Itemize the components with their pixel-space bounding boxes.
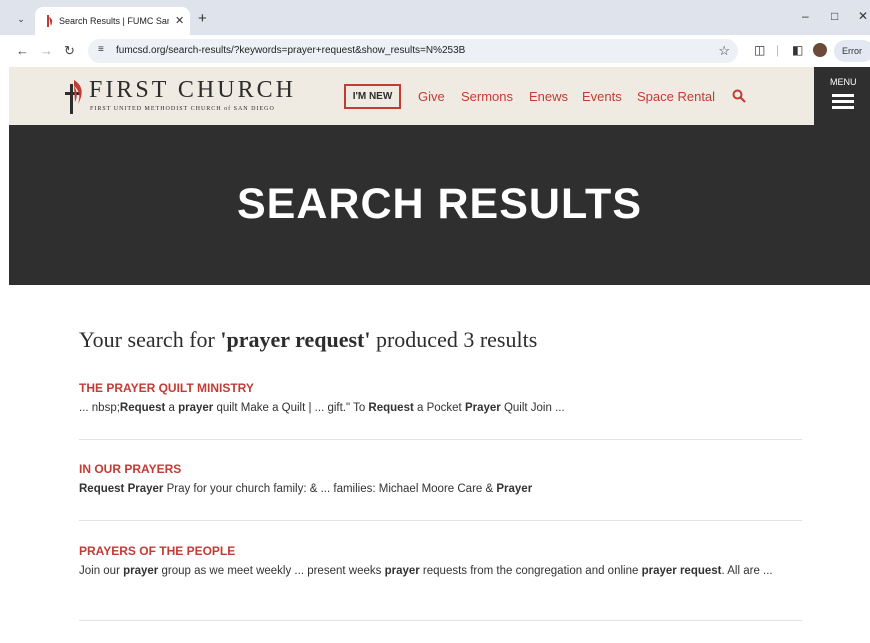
result-snippet: ... nbsp;Request a prayer quilt Make a Q…: [79, 399, 802, 418]
methodist-cross-flame-icon[interactable]: [65, 78, 85, 116]
snippet-text: Join our: [79, 565, 124, 577]
snippet-keyword: request: [679, 565, 722, 577]
snippet-keyword: Request: [119, 402, 166, 414]
result-title-link[interactable]: PRAYERS OF THE PEOPLE: [79, 544, 802, 558]
profile-error-button[interactable]: Error: [834, 40, 870, 62]
nav-give[interactable]: Give: [418, 89, 445, 104]
maximize-icon[interactable]: □: [831, 9, 838, 23]
snippet-text: Pray for your church family: & ... famil…: [163, 483, 497, 495]
result-title-link[interactable]: IN OUR PRAYERS: [79, 462, 802, 476]
search-summary: Your search for 'prayer request' produce…: [79, 327, 537, 353]
church-favicon-icon: [47, 15, 53, 27]
page-title: SEARCH RESULTS: [236, 180, 642, 228]
snippet-text: requests from the congregation and onlin…: [419, 565, 642, 577]
result-title-link[interactable]: THE PRAYER QUILT MINISTRY: [79, 381, 802, 395]
url-text[interactable]: fumcsd.org/search-results/?keywords=pray…: [116, 45, 465, 56]
close-tab-icon[interactable]: ✕: [175, 14, 184, 27]
menu-label: MENU: [830, 77, 857, 87]
menu-button[interactable]: MENU: [814, 67, 870, 125]
snippet-text: group as we meet weekly ... present week…: [158, 565, 385, 577]
snippet-text: ... nbsp;: [79, 402, 120, 414]
toolbar-divider: |: [776, 43, 780, 57]
snippet-keyword: prayer: [123, 565, 159, 577]
browser-toolbar: ← → ↻ ≡ fumcsd.org/search-results/?keywo…: [0, 35, 870, 67]
address-bar[interactable]: ≡ fumcsd.org/search-results/?keywords=pr…: [88, 39, 738, 63]
summary-prefix: Your search for: [79, 327, 215, 352]
snippet-keyword: prayer: [384, 565, 420, 577]
result-snippet: Join our prayer group as we meet weekly …: [79, 562, 802, 581]
tab-search-menu-icon[interactable]: ⌄: [13, 11, 29, 27]
forward-icon[interactable]: →: [40, 43, 53, 58]
logo-title[interactable]: FIRST CHURCH: [89, 77, 296, 104]
snippet-keyword: prayer: [178, 402, 214, 414]
hero-banner: SEARCH RESULTS: [9, 125, 870, 285]
bookmark-star-icon[interactable]: ☆: [718, 43, 730, 59]
search-result: THE PRAYER QUILT MINISTRY ... nbsp;Reque…: [79, 381, 802, 418]
close-window-icon[interactable]: ✕: [858, 9, 868, 23]
summary-query: 'prayer request': [220, 327, 371, 352]
result-divider: [79, 520, 802, 521]
search-result: IN OUR PRAYERS Request Prayer Pray for y…: [79, 462, 802, 499]
result-divider: [79, 620, 802, 621]
site-settings-icon[interactable]: ≡: [98, 44, 104, 55]
nav-enews[interactable]: Enews: [529, 89, 568, 104]
browser-tab[interactable]: Search Results | FUMC San Diego ✕: [35, 7, 190, 35]
snippet-text: . All are ...: [721, 565, 773, 577]
nav-events[interactable]: Events: [582, 89, 622, 104]
search-result: PRAYERS OF THE PEOPLE Join our prayer gr…: [79, 544, 802, 581]
site-header: FIRST CHURCH FIRST UNITED METHODIST CHUR…: [9, 67, 870, 125]
reload-icon[interactable]: ↻: [64, 43, 75, 59]
snippet-text: Quilt Join ...: [500, 402, 565, 414]
nav-sermons[interactable]: Sermons: [461, 89, 513, 104]
snippet-keyword: prayer: [641, 565, 677, 577]
snippet-keyword: Prayer: [464, 402, 501, 414]
snippet-keyword: Request: [368, 402, 414, 414]
back-icon[interactable]: ←: [16, 43, 29, 58]
result-snippet: Request Prayer Pray for your church fami…: [79, 480, 802, 499]
extensions-icon[interactable]: ◫: [754, 43, 765, 57]
profile-avatar[interactable]: [813, 43, 827, 57]
hamburger-icon: [832, 94, 854, 112]
tab-title: Search Results | FUMC San Diego: [59, 16, 169, 26]
new-tab-icon[interactable]: +: [198, 10, 207, 27]
minimize-icon[interactable]: –: [802, 9, 809, 23]
summary-suffix: produced 3 results: [375, 327, 538, 352]
snippet-keyword: Request: [79, 483, 125, 495]
logo-subtitle: FIRST UNITED METHODIST CHURCH of SAN DIE…: [90, 106, 275, 112]
search-icon[interactable]: [732, 89, 746, 103]
snippet-keyword: Prayer: [496, 483, 533, 495]
snippet-keyword: Prayer: [127, 483, 164, 495]
side-panel-icon[interactable]: ◧: [792, 43, 803, 57]
result-divider: [79, 439, 802, 440]
im-new-button[interactable]: I'M NEW: [344, 84, 401, 109]
browser-tabstrip: ⌄ Search Results | FUMC San Diego ✕ + – …: [0, 0, 870, 35]
nav-space-rental[interactable]: Space Rental: [637, 89, 715, 104]
snippet-text: quilt Make a Quilt | ... gift." To: [213, 402, 369, 414]
snippet-text: a Pocket: [413, 402, 465, 414]
snippet-text: a: [165, 402, 179, 414]
